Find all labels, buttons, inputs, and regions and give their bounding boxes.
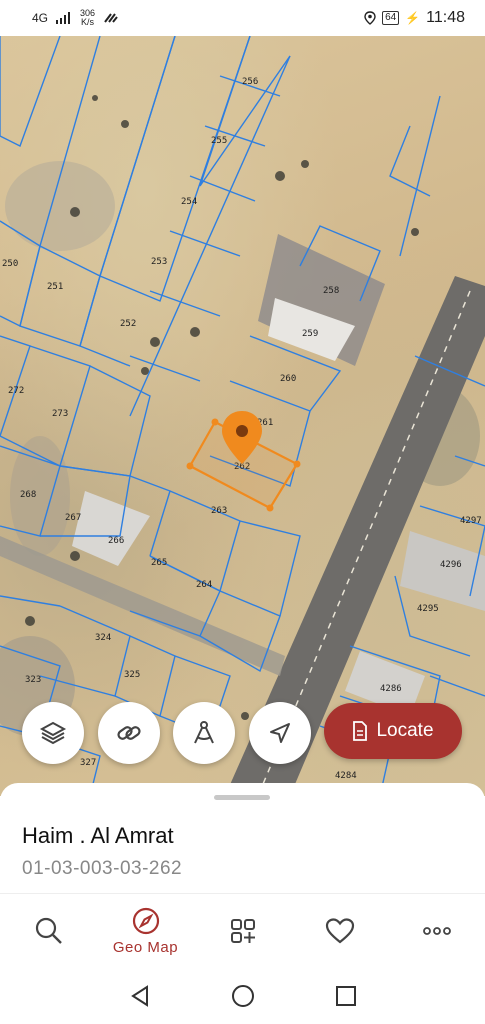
- cadastral-layer: 256255254 253252251 250258259 260261262 …: [0, 36, 485, 796]
- document-icon: [353, 721, 368, 741]
- svg-text:253: 253: [151, 257, 167, 267]
- nav-geo-map[interactable]: Geo Map: [97, 894, 194, 968]
- nav-favorites[interactable]: [291, 894, 388, 968]
- nav-geo-map-label: Geo Map: [112, 938, 179, 956]
- heart-icon: [325, 918, 354, 944]
- more-icon: [422, 927, 451, 935]
- svg-text:252: 252: [120, 319, 136, 329]
- svg-text:267: 267: [65, 513, 81, 523]
- home-icon[interactable]: [231, 984, 255, 1008]
- nav-services[interactable]: [194, 894, 291, 968]
- sheet-handle[interactable]: [214, 795, 270, 800]
- svg-text:268: 268: [20, 490, 36, 500]
- nav-search[interactable]: [0, 894, 97, 968]
- measure-button[interactable]: [173, 702, 235, 764]
- svg-text:250: 250: [2, 259, 18, 269]
- svg-text:256: 256: [242, 77, 258, 87]
- signal-bars-icon: [56, 12, 71, 24]
- svg-text:272: 272: [8, 386, 24, 396]
- system-nav-bar: [0, 967, 485, 1024]
- search-icon: [35, 917, 62, 944]
- svg-text:273: 273: [52, 409, 68, 419]
- map-view[interactable]: 256255254 253252251 250258259 260261262 …: [0, 36, 485, 796]
- locate-label: Locate: [376, 720, 434, 741]
- svg-text:266: 266: [108, 536, 124, 546]
- svg-text:259: 259: [302, 329, 318, 339]
- bottom-nav: Geo Map: [0, 893, 485, 968]
- back-icon[interactable]: [129, 984, 151, 1007]
- location-icon: [364, 11, 376, 25]
- place-sheet[interactable]: Haim . Al Amrat 01-03-003-03-262: [0, 783, 485, 893]
- svg-text:4295: 4295: [417, 604, 439, 614]
- clock: 11:48: [426, 9, 465, 26]
- locate-button[interactable]: Locate: [324, 703, 462, 759]
- compass-icon: [132, 907, 159, 934]
- navigation-arrow-icon: [270, 723, 290, 743]
- svg-text:251: 251: [47, 282, 63, 292]
- svg-text:4296: 4296: [440, 560, 462, 570]
- grid-add-icon: [230, 919, 255, 943]
- svg-text:264: 264: [196, 580, 212, 590]
- navigate-button[interactable]: [249, 702, 311, 764]
- svg-text:4297: 4297: [460, 516, 482, 526]
- svg-text:255: 255: [211, 136, 227, 146]
- battery-level: 64: [382, 11, 400, 25]
- recents-icon[interactable]: [335, 985, 357, 1007]
- svg-text:324: 324: [95, 633, 111, 643]
- svg-text:254: 254: [181, 197, 197, 207]
- svg-text:258: 258: [323, 286, 339, 296]
- svg-text:265: 265: [151, 558, 167, 568]
- signal-indicator: 4G: [32, 11, 49, 25]
- sync-icon: [104, 13, 118, 23]
- svg-text:263: 263: [211, 506, 227, 516]
- svg-text:4284: 4284: [335, 771, 357, 781]
- net-speed: 306 K/s: [80, 8, 96, 27]
- svg-text:325: 325: [124, 670, 140, 680]
- svg-text:327: 327: [80, 758, 96, 768]
- status-bar: 4G 306 K/s 64 ⚡ 11:48: [0, 0, 485, 36]
- plot-id: 01-03-003-03-262: [22, 858, 183, 879]
- link-button[interactable]: [98, 702, 160, 764]
- svg-text:260: 260: [280, 374, 296, 384]
- svg-text:4286: 4286: [380, 684, 402, 694]
- svg-text:323: 323: [25, 675, 41, 685]
- charging-icon: ⚡: [405, 11, 421, 25]
- compass-measure-icon: [194, 721, 214, 744]
- link-icon: [117, 726, 141, 740]
- layers-icon: [39, 721, 67, 745]
- nav-more[interactable]: [388, 894, 485, 968]
- place-title: Haim . Al Amrat: [22, 823, 174, 848]
- layers-button[interactable]: [22, 702, 84, 764]
